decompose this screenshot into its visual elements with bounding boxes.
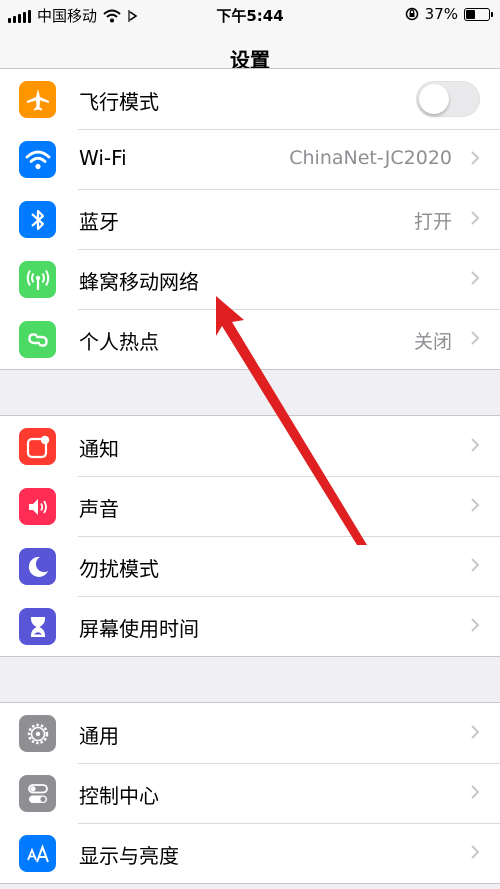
settings-row-wifi[interactable]: Wi-Fi ChinaNet-JC2020	[0, 129, 500, 189]
settings-row-label: 显示与亮度	[79, 844, 179, 868]
chevron-right-icon	[471, 438, 480, 452]
wifi-icon	[19, 141, 56, 178]
moon-icon	[19, 548, 56, 585]
hotspot-status: 关闭	[413, 331, 452, 353]
settings-row-label: 勿扰模式	[79, 557, 159, 581]
status-bar: 中国移动 下午5:44 37%	[0, 0, 500, 30]
chevron-right-icon	[471, 558, 480, 572]
chevron-right-icon	[471, 271, 480, 285]
speaker-icon	[19, 488, 56, 525]
gear-icon	[19, 715, 56, 752]
bluetooth-status: 打开	[413, 211, 452, 233]
cellular-antenna-icon	[19, 261, 56, 298]
settings-row-personal-hotspot[interactable]: 个人热点 关闭	[0, 309, 500, 369]
battery-icon	[464, 7, 493, 21]
toggles-icon	[19, 775, 56, 812]
chevron-right-icon	[471, 618, 480, 632]
bluetooth-icon	[19, 201, 56, 238]
settings-row-sounds[interactable]: 声音	[0, 476, 500, 536]
settings-row-label: 飞行模式	[79, 90, 159, 114]
chevron-right-icon	[471, 331, 480, 345]
rotation-lock-icon	[405, 7, 418, 21]
chevron-right-icon	[471, 845, 480, 859]
settings-row-airplane-mode[interactable]: 飞行模式	[0, 69, 500, 129]
settings-group-general: 通用 控制中心 显示与亮度	[0, 702, 500, 884]
hotspot-link-icon	[19, 321, 56, 358]
settings-row-notifications[interactable]: 通知	[0, 416, 500, 476]
settings-row-label: Wi-Fi	[79, 146, 127, 170]
settings-row-label: 屏幕使用时间	[79, 617, 199, 641]
settings-row-screen-time[interactable]: 屏幕使用时间	[0, 596, 500, 656]
hourglass-icon	[19, 608, 56, 645]
settings-row-label: 声音	[79, 497, 119, 521]
settings-row-bluetooth[interactable]: 蓝牙 打开	[0, 189, 500, 249]
settings-row-label: 蓝牙	[79, 210, 119, 234]
settings-row-do-not-disturb[interactable]: 勿扰模式	[0, 536, 500, 596]
chevron-right-icon	[471, 498, 480, 512]
settings-row-label: 个人热点	[79, 330, 159, 354]
toggle-knob	[419, 84, 449, 114]
battery-percent: 37%	[424, 5, 458, 23]
airplane-icon	[19, 81, 56, 118]
settings-group-connectivity: 飞行模式 Wi-Fi ChinaNet-JC2020 蓝牙 打开 蜂窝移动网络 …	[0, 68, 500, 370]
text-size-icon	[19, 835, 56, 872]
settings-group-notifications: 通知 声音 勿扰模式 屏幕使用时间	[0, 415, 500, 657]
chevron-right-icon	[471, 785, 480, 799]
notifications-icon	[19, 428, 56, 465]
airplane-mode-toggle[interactable]	[416, 81, 480, 117]
status-right: 37%	[405, 5, 493, 23]
settings-row-label: 通用	[79, 724, 119, 748]
settings-row-control-center[interactable]: 控制中心	[0, 763, 500, 823]
chevron-right-icon	[471, 151, 480, 165]
wifi-network-name: ChinaNet-JC2020	[289, 147, 452, 169]
chevron-right-icon	[471, 725, 480, 739]
chevron-right-icon	[471, 211, 480, 225]
settings-row-display-brightness[interactable]: 显示与亮度	[0, 823, 500, 883]
settings-row-general[interactable]: 通用	[0, 703, 500, 763]
settings-row-cellular[interactable]: 蜂窝移动网络	[0, 249, 500, 309]
settings-row-label: 蜂窝移动网络	[79, 270, 199, 294]
settings-row-label: 控制中心	[79, 784, 159, 808]
settings-row-label: 通知	[79, 437, 119, 461]
